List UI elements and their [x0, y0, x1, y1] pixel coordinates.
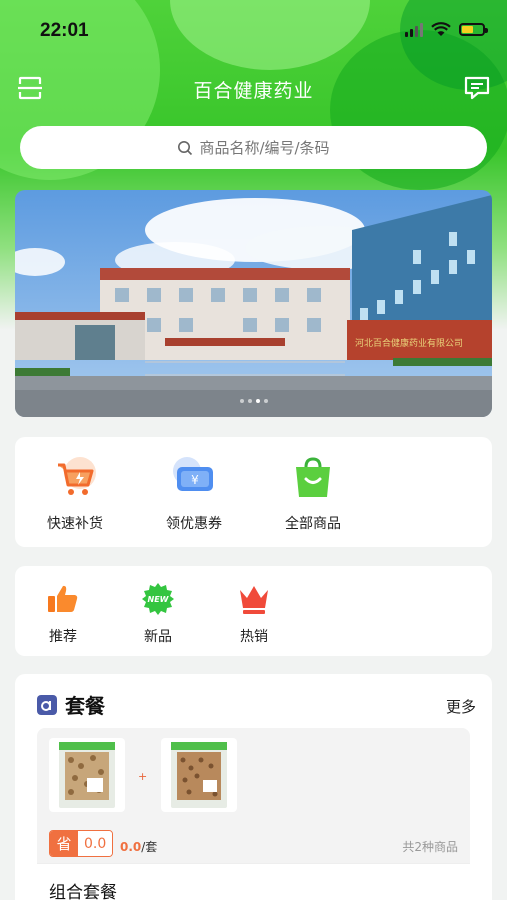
- quick-action-label: 领优惠券: [166, 516, 222, 532]
- search-bar[interactable]: 商品名称/编号/条码: [20, 126, 487, 169]
- cart-lightning-icon: [58, 457, 96, 495]
- quick-actions-card: 快速补货 ¥ 领优惠券 全部商品: [15, 437, 492, 547]
- app-header: 百合健康药业: [0, 64, 507, 114]
- category-label: 推荐: [49, 629, 77, 645]
- savings-value: 0.0: [78, 831, 113, 856]
- search-icon: [178, 140, 193, 155]
- quick-action-coupons[interactable]: ¥ 领优惠券: [144, 455, 244, 533]
- package-title: 套餐: [65, 694, 105, 718]
- package-header: 套餐: [37, 690, 105, 719]
- battery-icon: [459, 23, 488, 36]
- combo-price-unit: /套: [141, 840, 158, 854]
- quick-action-all-products[interactable]: 全部商品: [263, 455, 363, 533]
- savings-badge: 省 0.0: [49, 830, 114, 857]
- crown-icon: [240, 586, 268, 614]
- combo-name-row: 组合套餐: [37, 863, 470, 900]
- carousel-indicator: [15, 399, 492, 403]
- package-logo-icon: [37, 694, 57, 715]
- banner-sign-text: 河北百合健康药业有限公司: [355, 337, 463, 349]
- banner-carousel[interactable]: 河北百合健康药业有限公司: [15, 190, 492, 417]
- quick-action-label: 全部商品: [285, 516, 341, 532]
- quick-action-restock[interactable]: 快速补货: [25, 455, 125, 533]
- new-badge-icon: NEW: [142, 583, 174, 615]
- category-recommended[interactable]: 推荐: [33, 582, 93, 646]
- message-icon: [464, 76, 490, 100]
- combo-price-value: 0.0: [120, 840, 142, 854]
- package-more-link[interactable]: 更多: [446, 696, 476, 717]
- quick-action-label: 快速补货: [47, 516, 103, 532]
- combo-price: 0.0/套: [120, 838, 157, 855]
- combo-package-item[interactable]: + 省 0.0 0.0/套 共2种商品 组合套餐: [37, 728, 470, 900]
- category-label: 热销: [240, 629, 268, 645]
- banner-building-image: 河北百合健康药业有限公司: [15, 190, 492, 417]
- category-hot-sale[interactable]: 热销: [224, 582, 284, 646]
- thumbs-up-icon: [48, 585, 78, 612]
- combo-item-count: 共2种商品: [402, 840, 458, 854]
- page-title: 百合健康药业: [193, 80, 314, 102]
- message-button[interactable]: [463, 74, 491, 102]
- category-card: 推荐 NEW 新品 热销: [15, 566, 492, 656]
- search-placeholder: 商品名称/编号/条码: [199, 139, 330, 157]
- plus-sign: +: [138, 770, 148, 783]
- status-time: 22:01: [40, 20, 89, 41]
- status-bar: 22:01: [0, 0, 507, 60]
- category-label: 新品: [144, 629, 172, 645]
- shopping-bag-icon: [296, 457, 330, 497]
- new-badge-text: NEW: [148, 595, 170, 604]
- cellular-signal-icon: [405, 22, 423, 37]
- category-new[interactable]: NEW 新品: [128, 582, 188, 646]
- combo-product-image-2: [161, 738, 237, 812]
- savings-label: 省: [50, 831, 78, 856]
- svg-text:¥: ¥: [191, 473, 199, 487]
- coupon-icon: ¥: [173, 457, 213, 491]
- combo-product-image-1: [49, 738, 125, 812]
- combo-name: 组合套餐: [49, 883, 117, 900]
- wifi-icon: [431, 22, 451, 36]
- package-section: 套餐 更多 + 省 0.0 0.0/套 共2种商品 组合套餐: [15, 674, 492, 900]
